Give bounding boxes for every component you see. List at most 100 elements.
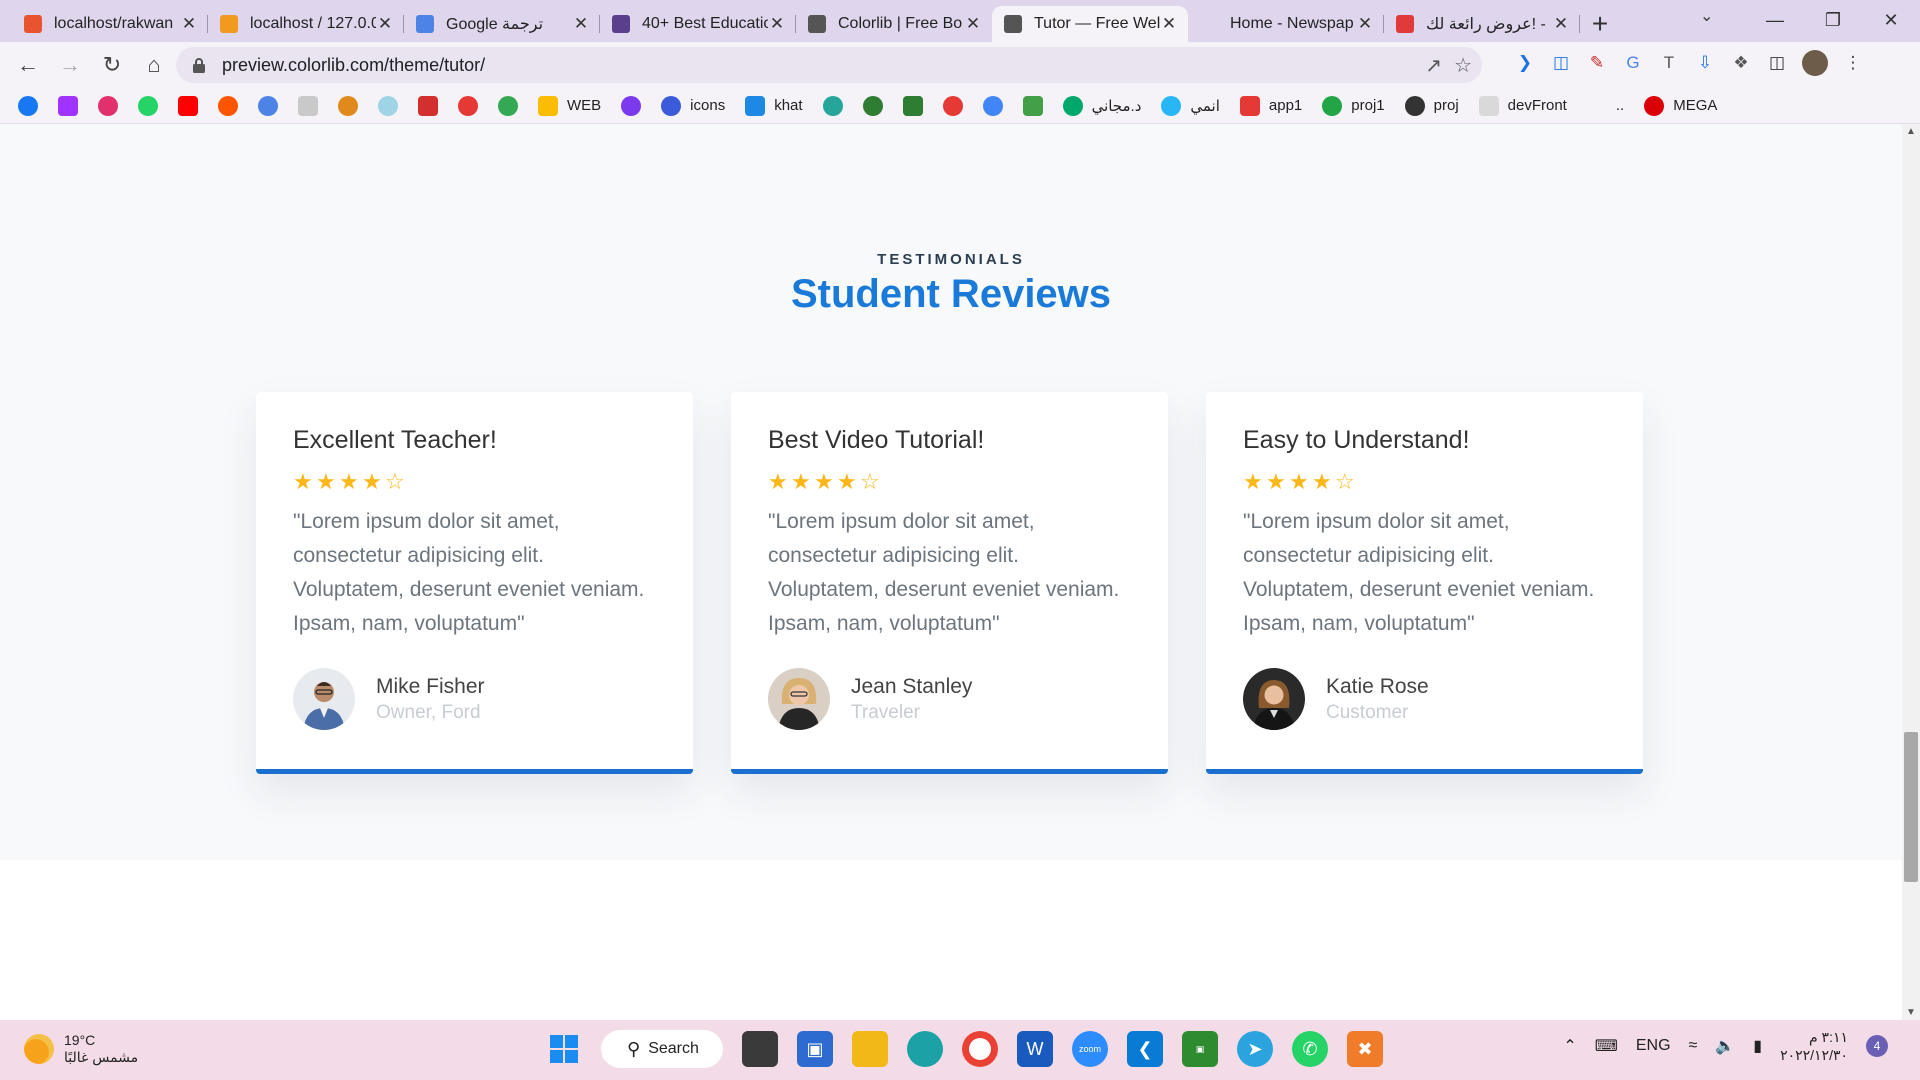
chrome-icon[interactable] bbox=[962, 1031, 998, 1067]
bookmark-item[interactable] bbox=[942, 95, 963, 116]
menu-kebab-icon[interactable]: ⋮ bbox=[1842, 52, 1864, 74]
volume-icon[interactable]: 🔈 bbox=[1715, 1036, 1735, 1056]
review-card: Excellent Teacher! ★ ★ ★ ★ ☆ "Lorem ipsum do… bbox=[256, 392, 693, 774]
share-icon[interactable]: ↗ bbox=[1425, 53, 1442, 78]
extension-icon[interactable]: ❯ bbox=[1514, 52, 1536, 74]
scroll-up-icon[interactable]: ▲ bbox=[1902, 126, 1920, 137]
bookmark-item[interactable] bbox=[378, 95, 398, 116]
bookmark-item[interactable] bbox=[218, 95, 238, 116]
reload-icon[interactable]: ↻ bbox=[92, 45, 132, 85]
bookmark-item[interactable] bbox=[498, 95, 518, 116]
download-icon[interactable]: ⇩ bbox=[1694, 52, 1716, 74]
bookmark-item[interactable] bbox=[862, 95, 883, 116]
taskbar-search[interactable]: ⚲ Search bbox=[601, 1030, 723, 1068]
bookmark-item[interactable] bbox=[338, 95, 358, 116]
whatsapp-icon[interactable]: ✆ bbox=[1292, 1031, 1328, 1067]
extension-icon[interactable]: ◫ bbox=[1550, 52, 1572, 74]
address-bar[interactable]: preview.colorlib.com/theme/tutor/ ↗ ☆ bbox=[176, 47, 1482, 83]
extensions-puzzle-icon[interactable]: ❖ bbox=[1730, 52, 1752, 74]
tab-close-icon[interactable]: ✕ bbox=[1160, 14, 1178, 34]
tab-close-icon[interactable]: ✕ bbox=[1552, 14, 1570, 34]
store-icon[interactable]: ▣ bbox=[797, 1031, 833, 1067]
bookmark-item[interactable] bbox=[982, 95, 1003, 116]
browser-tab[interactable]: Google ترجمة ✕ bbox=[404, 6, 600, 42]
word-icon[interactable]: W bbox=[1017, 1031, 1053, 1067]
bookmark-item[interactable] bbox=[178, 95, 198, 116]
bookmark-item[interactable] bbox=[458, 95, 478, 116]
bookmark-item[interactable] bbox=[1022, 95, 1043, 116]
battery-icon[interactable]: ▮ bbox=[1753, 1036, 1762, 1056]
xampp-icon[interactable]: ✖ bbox=[1347, 1031, 1383, 1067]
tab-close-icon[interactable]: ✕ bbox=[1356, 14, 1374, 34]
browser-tab[interactable]: localhost/rakwan ✕ bbox=[12, 6, 208, 42]
keyboard-icon[interactable]: ⌨ bbox=[1595, 1036, 1618, 1056]
bookmark-item[interactable] bbox=[58, 95, 78, 116]
file-explorer-icon[interactable] bbox=[852, 1031, 888, 1067]
tab-close-icon[interactable]: ✕ bbox=[376, 14, 394, 34]
browser-tab[interactable]: localhost / 127.0.0 ✕ bbox=[208, 6, 404, 42]
section-eyebrow: TESTIMONIALS bbox=[877, 251, 1025, 268]
restore-button[interactable]: ❐ bbox=[1804, 0, 1862, 40]
bookmark-item[interactable] bbox=[138, 95, 158, 116]
windows-start-icon[interactable] bbox=[546, 1031, 582, 1067]
translate-icon[interactable]: G bbox=[1622, 52, 1644, 74]
language-indicator[interactable]: ENG bbox=[1636, 1037, 1671, 1055]
edge-icon[interactable] bbox=[907, 1031, 943, 1067]
tab-close-icon[interactable]: ✕ bbox=[572, 14, 590, 34]
scroll-down-icon[interactable]: ▼ bbox=[1902, 1007, 1920, 1018]
extension-icon[interactable]: ✎ bbox=[1586, 52, 1608, 74]
star-empty-icon: ☆ bbox=[1335, 469, 1356, 494]
bookmark-item[interactable]: MEGA bbox=[1644, 95, 1717, 116]
bookmark-item[interactable] bbox=[822, 95, 843, 116]
task-view-icon[interactable] bbox=[742, 1031, 778, 1067]
side-panel-icon[interactable]: ◫ bbox=[1766, 52, 1788, 74]
tab-close-icon[interactable]: ✕ bbox=[964, 14, 982, 34]
bookmark-item[interactable] bbox=[298, 95, 318, 116]
bookmark-item[interactable] bbox=[258, 95, 278, 116]
scrollbar-thumb[interactable] bbox=[1904, 732, 1918, 882]
notification-badge[interactable]: 4 bbox=[1866, 1035, 1888, 1057]
bookmark-item[interactable]: د.مجاني bbox=[1062, 95, 1141, 116]
tab-close-icon[interactable]: ✕ bbox=[768, 14, 786, 34]
bookmark-item[interactable] bbox=[902, 95, 923, 116]
profile-avatar[interactable] bbox=[1802, 50, 1828, 76]
forward-icon[interactable]: → bbox=[50, 45, 90, 85]
bookmark-item[interactable]: devFront bbox=[1478, 95, 1567, 116]
wifi-icon[interactable]: ≈ bbox=[1689, 1037, 1698, 1055]
vscode-icon[interactable]: ❮ bbox=[1127, 1031, 1163, 1067]
extension-icon[interactable]: T bbox=[1658, 52, 1680, 74]
bookmark-item[interactable]: WEB bbox=[538, 95, 601, 116]
clock[interactable]: ٣:١١ م ٢٠٢٢/١٢/٣٠ bbox=[1780, 1028, 1848, 1064]
browser-tab[interactable]: 40+ Best Educatio ✕ bbox=[600, 6, 796, 42]
close-window-button[interactable]: ✕ bbox=[1862, 0, 1920, 40]
bookmark-item[interactable]: proj1 bbox=[1322, 95, 1385, 116]
home-icon[interactable]: ⌂ bbox=[134, 45, 174, 85]
bookmark-item[interactable]: icons bbox=[661, 95, 726, 116]
browser-tab[interactable]: Home - Newspap ✕ bbox=[1188, 6, 1384, 42]
browser-tab[interactable]: Tutor — Free Wel ✕ bbox=[992, 6, 1188, 42]
bookmark-item[interactable] bbox=[18, 95, 38, 116]
chevron-up-icon[interactable]: ⌃ bbox=[1563, 1036, 1576, 1056]
bookmark-item[interactable] bbox=[98, 95, 118, 116]
zoom-icon[interactable]: zoom bbox=[1072, 1031, 1108, 1067]
bookmark-item[interactable]: proj bbox=[1404, 95, 1459, 116]
telegram-icon[interactable]: ➤ bbox=[1237, 1031, 1273, 1067]
browser-tab[interactable]: عروض رائعة لك! - ✕ bbox=[1384, 6, 1580, 42]
bookmark-star-icon[interactable]: ☆ bbox=[1454, 53, 1472, 78]
bookmark-label: icons bbox=[690, 97, 726, 114]
tab-search-chevron-icon[interactable]: ⌄ bbox=[1700, 6, 1713, 26]
minimize-button[interactable]: — bbox=[1746, 0, 1804, 40]
browser-tab[interactable]: Colorlib | Free Bo ✕ bbox=[796, 6, 992, 42]
weather-widget[interactable]: 19°C مشمس غالبًا bbox=[24, 1032, 138, 1066]
bookmark-item[interactable]: انمي bbox=[1161, 95, 1220, 116]
bookmark-item[interactable] bbox=[418, 95, 438, 116]
bookmark-item[interactable]: khat bbox=[745, 95, 803, 116]
new-tab-button[interactable]: + bbox=[1580, 6, 1620, 42]
bookmark-item[interactable]: .. bbox=[1586, 95, 1624, 116]
tab-close-icon[interactable]: ✕ bbox=[180, 14, 198, 34]
app-icon[interactable]: ▣ bbox=[1182, 1031, 1218, 1067]
back-icon[interactable]: ← bbox=[8, 45, 48, 85]
bookmark-item[interactable] bbox=[621, 95, 642, 116]
page-scrollbar[interactable]: ▲ ▼ bbox=[1902, 124, 1920, 1020]
bookmark-item[interactable]: app1 bbox=[1239, 95, 1302, 116]
